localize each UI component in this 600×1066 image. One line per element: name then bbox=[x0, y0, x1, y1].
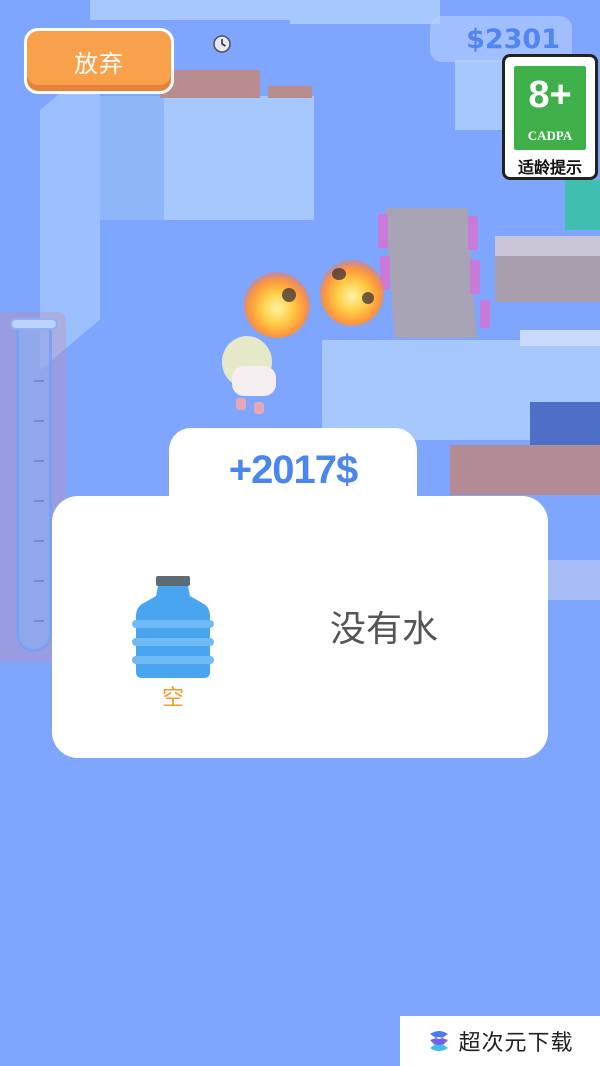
site-logo-icon bbox=[430, 1031, 449, 1051]
reward-tab: +2017$ bbox=[169, 428, 417, 518]
age-rating-number: 8+ bbox=[528, 74, 572, 116]
age-rating-tip: 适龄提示 bbox=[517, 158, 582, 177]
clock-icon bbox=[213, 35, 231, 53]
result-message: 没有水 bbox=[329, 609, 438, 650]
watermark-text: 超次元下载 bbox=[458, 1031, 574, 1056]
water-tube bbox=[16, 322, 52, 652]
give-up-button[interactable]: 放弃 bbox=[24, 28, 174, 94]
game-screen: 放弃 $2301 8+ CADPA 适龄提示 +2017$ 空 没有水 超次元下… bbox=[0, 0, 600, 1066]
age-rating-panel: 8+ CADPA bbox=[514, 66, 586, 150]
water-tube-cap bbox=[10, 318, 58, 330]
age-rating-org: CADPA bbox=[527, 128, 573, 143]
water-bottle-icon bbox=[132, 576, 214, 678]
watermark: 超次元下载 bbox=[400, 1016, 600, 1066]
bottle-status-label: 空 bbox=[161, 686, 184, 711]
age-rating-badge[interactable]: 8+ CADPA 适龄提示 bbox=[502, 54, 598, 180]
reward-amount: +2017$ bbox=[228, 448, 359, 492]
